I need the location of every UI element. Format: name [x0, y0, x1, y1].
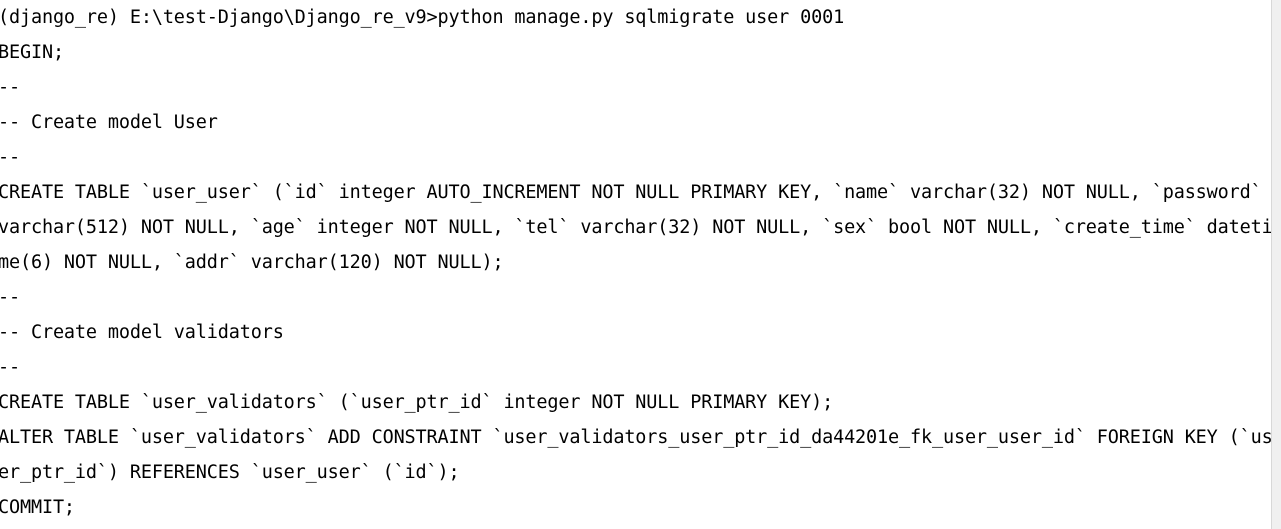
console-line-begin: BEGIN; [0, 42, 64, 63]
console-line-commit: COMMIT; [0, 497, 75, 518]
console-line-comment-rule: -- [0, 77, 20, 98]
console-line-create-table-user-user-part2: varchar(512) NOT NULL, `age` integer NOT… [0, 217, 1271, 238]
console-output-text[interactable]: (django_re) E:\test-Django\Django_re_v9>… [0, 0, 1271, 529]
console-line-alter-table-constraint-part2: er_ptr_id`) REFERENCES `user_user` (`id`… [0, 462, 460, 483]
console-line-comment-create-model-validators: -- Create model validators [0, 322, 284, 343]
console-line-comment-create-model-user: -- Create model User [0, 112, 218, 133]
console-line-create-table-user-validators: CREATE TABLE `user_validators` (`user_pt… [0, 392, 834, 413]
console-line-comment-rule: -- [0, 147, 20, 168]
console-window[interactable]: (django_re) E:\test-Django\Django_re_v9>… [0, 0, 1281, 529]
console-line-create-table-user-user-part3: me(6) NOT NULL, `addr` varchar(120) NOT … [0, 252, 504, 273]
console-line-prompt-command: (django_re) E:\test-Django\Django_re_v9>… [0, 7, 845, 28]
console-line-comment-rule: -- [0, 287, 20, 308]
console-line-create-table-user-user-part1: CREATE TABLE `user_user` (`id` integer A… [0, 182, 1262, 203]
console-line-alter-table-constraint-part1: ALTER TABLE `user_validators` ADD CONSTR… [0, 427, 1271, 448]
vertical-scrollbar[interactable] [1271, 0, 1281, 529]
console-line-comment-rule: -- [0, 357, 20, 378]
